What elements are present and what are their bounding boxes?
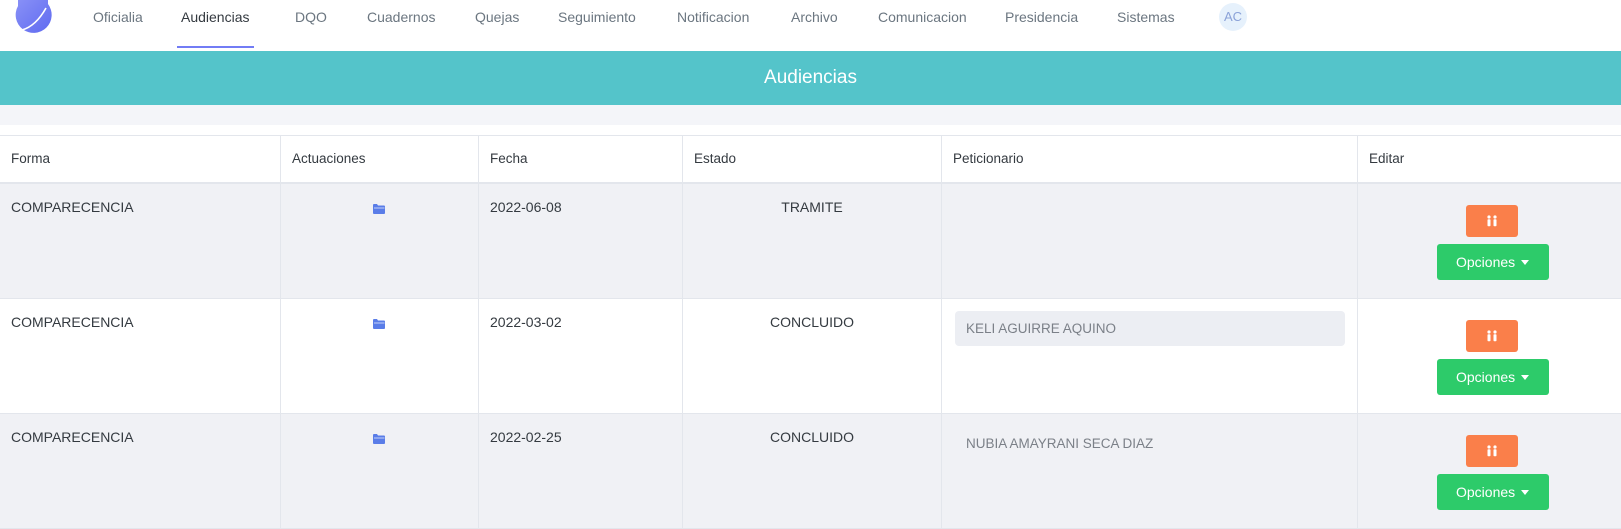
forma-cell: COMPARECENCIA <box>11 199 134 215</box>
header-cell-fecha: Fecha <box>479 136 683 182</box>
nav-item-oficialia[interactable]: Oficialia <box>93 0 143 48</box>
estado-cell: CONCLUIDO <box>769 429 854 445</box>
header-cell-peticionario: Peticionario <box>942 136 1358 182</box>
participants-button[interactable] <box>1466 435 1518 467</box>
people-icon <box>1487 330 1497 342</box>
app-logo-icon[interactable] <box>14 0 52 34</box>
forma-cell: COMPARECENCIA <box>11 314 134 330</box>
peticionario-field: KELI AGUIRRE AQUINO <box>955 311 1345 346</box>
nav-item-dqo[interactable]: DQO <box>295 0 327 48</box>
table-row: COMPARECENCIA 2022-03-02 CONCLUIDO KELI … <box>0 299 1621 414</box>
caret-down-icon <box>1521 490 1529 495</box>
estado-cell: TRAMITE <box>781 199 843 215</box>
estado-cell: CONCLUIDO <box>769 314 854 330</box>
opciones-dropdown-button[interactable]: Opciones <box>1437 359 1549 395</box>
nav-item-archivo[interactable]: Archivo <box>791 0 838 48</box>
forma-cell: COMPARECENCIA <box>11 429 134 445</box>
caret-down-icon <box>1521 375 1529 380</box>
participants-button[interactable] <box>1466 320 1518 352</box>
nav-item-comunicacion[interactable]: Comunicacion <box>878 0 967 48</box>
header-cell-actuaciones: Actuaciones <box>281 136 479 182</box>
top-navbar: Oficialia Audiencias DQO Cuadernos Queja… <box>0 0 1621 50</box>
user-avatar[interactable]: AC <box>1219 3 1247 31</box>
opciones-dropdown-button[interactable]: Opciones <box>1437 244 1549 280</box>
nav-item-sistemas[interactable]: Sistemas <box>1117 0 1175 48</box>
nav-item-notificacion[interactable]: Notificacion <box>677 0 749 48</box>
people-icon <box>1487 215 1497 227</box>
page-title-banner: Audiencias <box>0 51 1621 105</box>
header-cell-estado: Estado <box>683 136 942 182</box>
header-cell-editar: Editar <box>1369 151 1405 166</box>
people-icon <box>1487 445 1497 457</box>
folder-icon[interactable] <box>373 319 385 329</box>
nav-item-presidencia[interactable]: Presidencia <box>1005 0 1078 48</box>
table-header-row: Forma Actuaciones Fecha Estado Peticiona… <box>0 136 1621 184</box>
page-title: Audiencias <box>764 67 857 88</box>
fecha-cell: 2022-06-08 <box>490 199 562 215</box>
peticionario-field: NUBIA AMAYRANI SECA DIAZ <box>966 436 1154 451</box>
nav-item-seguimiento[interactable]: Seguimiento <box>558 0 636 48</box>
table-row: COMPARECENCIA 2022-06-08 TRAMITE Opcione… <box>0 184 1621 299</box>
audiencias-table: Forma Actuaciones Fecha Estado Peticiona… <box>0 135 1621 529</box>
caret-down-icon <box>1521 260 1529 265</box>
folder-icon[interactable] <box>373 204 385 214</box>
participants-button[interactable] <box>1466 205 1518 237</box>
fecha-cell: 2022-03-02 <box>490 314 562 330</box>
nav-item-cuadernos[interactable]: Cuadernos <box>367 0 436 48</box>
nav-item-quejas[interactable]: Quejas <box>475 0 519 48</box>
opciones-dropdown-button[interactable]: Opciones <box>1437 474 1549 510</box>
peticionario-cell <box>942 184 1358 298</box>
banner-spacer <box>0 105 1621 125</box>
fecha-cell: 2022-02-25 <box>490 429 562 445</box>
folder-icon[interactable] <box>373 434 385 444</box>
nav-item-audiencias[interactable]: Audiencias <box>177 0 253 48</box>
table-row: COMPARECENCIA 2022-02-25 CONCLUIDO NUBIA… <box>0 414 1621 529</box>
header-cell-forma: Forma <box>0 136 281 182</box>
